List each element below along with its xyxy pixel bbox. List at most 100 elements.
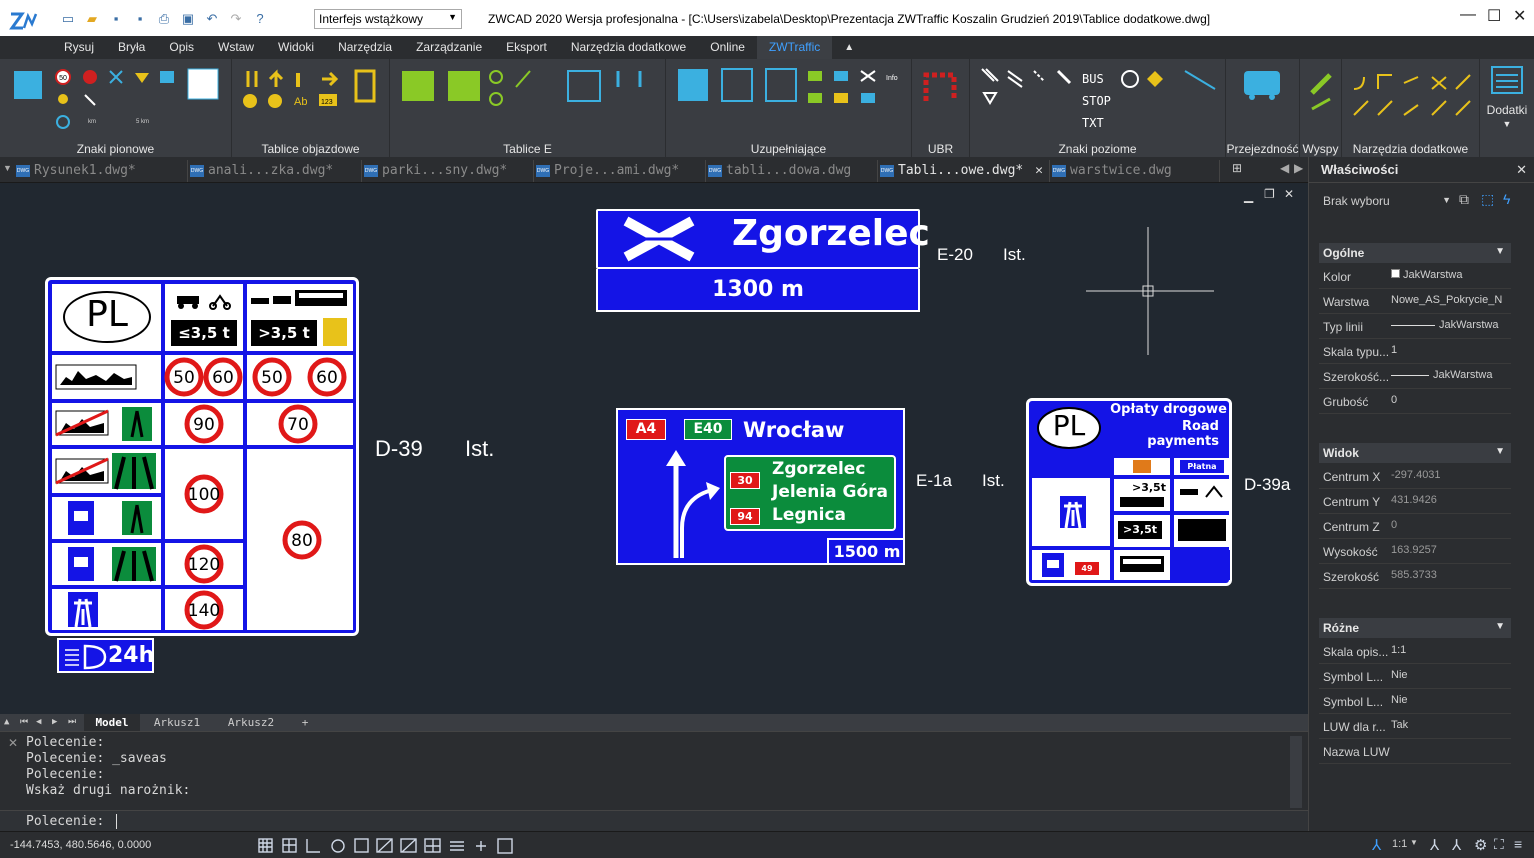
prop-row[interactable]: Grubość 0 [1319, 390, 1511, 414]
prop-row[interactable]: Nazwa LUW [1319, 740, 1511, 764]
viewport-close-icon[interactable]: ✕ [1284, 187, 1294, 201]
new-tab-icon[interactable]: ⊞ [1232, 161, 1242, 175]
maximize-icon[interactable]: ☐ [1487, 6, 1501, 26]
section-view[interactable]: Widok ▼ [1319, 443, 1511, 463]
plot-preview-icon[interactable]: ▣ [178, 10, 198, 28]
prop-row[interactable]: Skala typu... 1 [1319, 340, 1511, 364]
sheet-add-button[interactable]: + [290, 714, 320, 731]
vertical-signs-icons[interactable]: 50 km 5 km [0, 59, 232, 139]
extra-tools-icons[interactable] [1342, 59, 1480, 139]
tab-scroll-left-icon[interactable]: ◀ [1280, 161, 1289, 175]
sheet-tab-model[interactable]: Model [84, 714, 140, 731]
prop-row[interactable]: Szerokość 585.3733 [1319, 565, 1511, 589]
auto-scale-icon[interactable]: ⅄ [1452, 836, 1461, 854]
sign-d39a[interactable]: PL Opłaty drogowe Road payments 49 Płatn… [1026, 398, 1232, 586]
settings-gear-icon[interactable]: ⚙ [1474, 836, 1487, 854]
drawing-canvas[interactable]: ▁ ❐ ✕ Zgorzelec 1300 m E-20 Ist. A4 E40 … [0, 183, 1308, 714]
sign-e20[interactable]: Zgorzelec 1300 m [596, 209, 930, 312]
tab-scroll-right-icon[interactable]: ▶ [1294, 161, 1303, 175]
chevron-down-icon[interactable]: ▼ [1410, 838, 1418, 847]
workspace-select[interactable]: Interfejs wstążkowy ▼ [314, 9, 462, 29]
menu-rysuj[interactable]: Rysuj [52, 36, 106, 59]
sheet-up-icon[interactable]: ▲ [4, 714, 9, 731]
prop-row[interactable]: Szerokość... JakWarstwa [1319, 365, 1511, 389]
detour-icons[interactable]: Ab 123 [232, 59, 390, 139]
prop-row[interactable]: Centrum X -297.4031 [1319, 465, 1511, 489]
help-icon[interactable]: ? [250, 10, 270, 28]
section-misc[interactable]: Różne ▼ [1319, 618, 1511, 638]
supplementary-icons[interactable]: Info [666, 59, 912, 139]
annotation-visibility-icon[interactable]: ⅄ [1430, 836, 1439, 854]
tab-tablice-dodatkowe[interactable]: DWG Tabli...owe.dwg* ✕ [878, 160, 1050, 182]
e-signs-icons[interactable] [390, 59, 666, 139]
menu-widoki[interactable]: Widoki [266, 36, 326, 59]
sheet-tab-arkusz1[interactable]: Arkusz1 [144, 714, 210, 731]
save-icon[interactable]: ▪ [106, 10, 126, 28]
close-panel-icon[interactable]: ✕ [1516, 162, 1527, 178]
menu-zarzadzanie[interactable]: Zarządzanie [404, 36, 494, 59]
menu-narzedzia-dodatkowe[interactable]: Narzędzia dodatkowe [559, 36, 698, 59]
tab-warstwice[interactable]: DWG warstwice.dwg [1050, 160, 1220, 182]
horizontal-signs-icons[interactable]: BUS STOP TXT [970, 59, 1226, 139]
menu-eksport[interactable]: Eksport [494, 36, 559, 59]
tab-tablica-kierunkowa[interactable]: DWG tabli...dowa.dwg [706, 160, 878, 182]
section-general[interactable]: Ogólne ▼ [1319, 243, 1511, 263]
select-objects-icon[interactable]: ⬚ [1481, 191, 1494, 208]
command-scrollbar[interactable] [1290, 736, 1302, 808]
prop-row[interactable]: LUW dla r... Tak [1319, 715, 1511, 739]
print-icon[interactable]: ⎙ [154, 10, 174, 28]
menu-zwtraffic[interactable]: ZWTraffic [756, 36, 833, 59]
sheet-last-icon[interactable]: ⏭ [68, 714, 76, 731]
passability-icon[interactable] [1226, 59, 1300, 139]
viewport-minimize-icon[interactable]: ▁ [1244, 189, 1253, 203]
menu-online[interactable]: Online [698, 36, 757, 59]
tab-parkingi[interactable]: DWG parki...sny.dwg* [362, 160, 534, 182]
sheet-prev-icon[interactable]: ◀ [36, 714, 41, 731]
sheet-first-icon[interactable]: ⏮ [20, 714, 28, 731]
toggle-pickadd-icon[interactable]: ⧉ [1459, 191, 1469, 208]
menu-bryla[interactable]: Bryła [106, 36, 157, 59]
prop-row[interactable]: Symbol L... Nie [1319, 665, 1511, 689]
zwcad-logo-icon[interactable] [8, 8, 38, 34]
sheet-tab-arkusz2[interactable]: Arkusz2 [218, 714, 284, 731]
prop-row[interactable]: Warstwa Nowe_AS_Pokrycie_N [1319, 290, 1511, 314]
command-input[interactable]: Polecenie: [0, 810, 1308, 832]
menu-narzedzia[interactable]: Narzędzia [326, 36, 404, 59]
save-as-icon[interactable]: ▪ [130, 10, 150, 28]
fullscreen-icon[interactable]: ⛶ [1494, 836, 1504, 853]
annotation-scale-icon[interactable]: ⅄ [1372, 836, 1381, 854]
prop-row[interactable]: Skala opis... 1:1 [1319, 640, 1511, 664]
prop-row[interactable]: Typ linii JakWarstwa [1319, 315, 1511, 339]
prop-row[interactable]: Kolor JakWarstwa [1319, 265, 1511, 289]
prop-row[interactable]: Symbol L... Nie [1319, 690, 1511, 714]
drafting-toggles[interactable] [256, 836, 518, 856]
tabs-menu-icon[interactable]: ▼ [3, 163, 12, 173]
menu-opis[interactable]: Opis [157, 36, 206, 59]
sign-d39[interactable]: PL ≤3,5 t >3,5 t 50 60 50 60 90 70 100 80 120 140 [45, 277, 359, 636]
close-icon[interactable]: ✕ [1513, 6, 1526, 26]
redo-icon[interactable]: ↷ [226, 10, 246, 28]
status-menu-icon[interactable]: ≡ [1514, 836, 1522, 852]
open-folder-icon[interactable]: ▰ [82, 10, 102, 28]
tab-projekt[interactable]: DWG Proje...ami.dwg* [534, 160, 706, 182]
minimize-icon[interactable]: — [1460, 6, 1476, 24]
menu-wstaw[interactable]: Wstaw [206, 36, 266, 59]
selection-dropdown[interactable]: Brak wyboru ▼ [1319, 191, 1453, 211]
viewport-restore-icon[interactable]: ❐ [1264, 187, 1275, 201]
annotation-scale-value[interactable]: 1:1 [1392, 838, 1407, 850]
quick-select-icon[interactable]: ϟ [1503, 191, 1510, 207]
ribbon-minimize-icon[interactable]: ▲ [832, 36, 866, 59]
close-command-icon[interactable]: ✕ [8, 736, 18, 750]
close-tab-icon[interactable]: ✕ [1035, 160, 1043, 182]
undo-icon[interactable]: ↶ [202, 10, 222, 28]
ribbon-group-dodatki[interactable]: Dodatki ▼ [1480, 59, 1534, 157]
new-file-icon[interactable]: ▭ [58, 10, 78, 28]
islands-icon[interactable] [1300, 59, 1342, 139]
sheet-next-icon[interactable]: ▶ [52, 714, 57, 731]
prop-row[interactable]: Centrum Z 0 [1319, 515, 1511, 539]
prop-row[interactable]: Centrum Y 431.9426 [1319, 490, 1511, 514]
sign-e1a[interactable]: A4 E40 Wrocław 30 94 Zgorzelec Jelenia G… [616, 408, 905, 565]
tab-analiza[interactable]: DWG anali...zka.dwg* [188, 160, 362, 182]
ubr-icon[interactable] [912, 59, 970, 139]
prop-row[interactable]: Wysokość 163.9257 [1319, 540, 1511, 564]
